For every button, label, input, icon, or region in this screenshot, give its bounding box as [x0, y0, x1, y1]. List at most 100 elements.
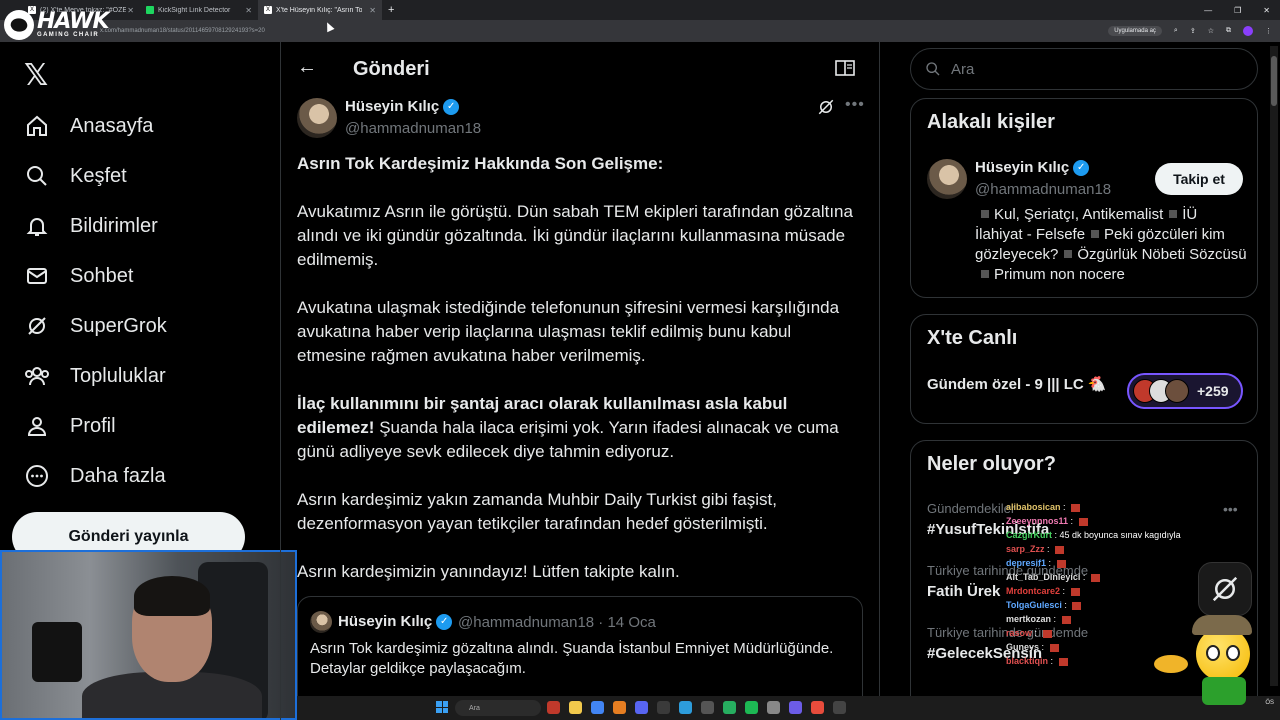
search-icon: [926, 62, 940, 76]
chat-badge-icon: [1042, 629, 1052, 638]
spotify-icon[interactable]: [745, 701, 758, 714]
grok-icon: [1212, 576, 1238, 602]
post-text-rest: Şuanda hala ilaca erişimi yok. Yarın ifa…: [297, 418, 839, 461]
chat-badge-icon: [1056, 559, 1066, 568]
live-on-x-card: X'te Canlı Gündem özel - 9 ||| LC 🐔 +259: [910, 314, 1258, 424]
logo-name: HAWK: [37, 9, 110, 34]
discord-icon[interactable]: [635, 701, 648, 714]
close-icon[interactable]: ✕: [245, 6, 252, 15]
profile-avatar[interactable]: [1243, 26, 1253, 36]
chat-username: mertkozan: [1006, 614, 1052, 624]
quoted-author-handle: @hammadnuman18 · 14 Oca: [458, 614, 656, 631]
nav-item-chat[interactable]: Sohbet: [24, 258, 133, 294]
search-icon: [24, 163, 50, 189]
app-icon[interactable]: [789, 701, 802, 714]
search-input[interactable]: Ara: [910, 48, 1258, 90]
search-placeholder: Ara: [951, 60, 975, 78]
listener-avatar: [1165, 379, 1189, 403]
coins-icon: [1154, 655, 1188, 673]
app-icon[interactable]: [767, 701, 780, 714]
grok-floating-button[interactable]: [1198, 562, 1252, 616]
chat-username: sarp_Zzz: [1006, 544, 1045, 554]
chat-username: Alt_Tab_Dinleyici: [1006, 572, 1081, 582]
author-avatar[interactable]: [297, 98, 337, 138]
close-window-icon[interactable]: ✕: [1263, 6, 1270, 15]
trend-item[interactable]: Fatih Ürek: [927, 583, 1000, 600]
microphone-icon: [32, 622, 82, 682]
app-icon[interactable]: [547, 701, 560, 714]
app-icon[interactable]: [701, 701, 714, 714]
live-event-title[interactable]: Gündem özel - 9 ||| LC 🐔: [927, 375, 1107, 393]
related-bio: Kul, Şeriatçı, Antikemalist İÜ İlahiyat -…: [975, 205, 1247, 285]
close-icon[interactable]: ✕: [127, 6, 134, 15]
more-options-icon[interactable]: •••: [845, 96, 865, 114]
back-arrow-icon[interactable]: ←: [297, 56, 317, 79]
chat-username: depresif1: [1006, 558, 1047, 568]
stream-sponsor-logo: HAWK GAMING CHAIR: [4, 9, 110, 40]
app-icon[interactable]: [657, 701, 670, 714]
verified-badge-icon: ✓: [1073, 159, 1090, 176]
nav-item-home[interactable]: Anasayfa: [24, 108, 153, 144]
maximize-icon[interactable]: ❐: [1234, 6, 1241, 15]
author-handle[interactable]: @hammadnuman18: [345, 120, 481, 137]
bio-item: Primum non nocere: [994, 266, 1125, 283]
nav-item-communities[interactable]: Topluluklar: [24, 358, 166, 394]
url-field[interactable]: x.com/hammadnuman18/status/2011465970812…: [100, 28, 265, 34]
post-paragraph: Asrın kardeşimizin yanındayız! Lütfen ta…: [297, 562, 680, 581]
close-icon[interactable]: ✕: [369, 6, 376, 15]
windows-start-icon[interactable]: [436, 701, 448, 713]
grok-explain-icon[interactable]: [817, 98, 835, 116]
address-bar-actions: Uygulamada aç ⌕ ⇪ ☆ ⧉ ⋮: [1108, 20, 1272, 42]
related-handle[interactable]: @hammadnuman18: [975, 181, 1111, 198]
zoom-icon[interactable]: ⌕: [1174, 27, 1178, 35]
nav-item-notifications[interactable]: Bildirimler: [24, 208, 158, 244]
whatsapp-icon[interactable]: [723, 701, 736, 714]
nav-item-more[interactable]: Daha fazla: [24, 458, 166, 494]
reader-mode-icon[interactable]: [835, 60, 855, 76]
chat-text: 45 dk boyunca sınav kagıdıyla: [1059, 530, 1181, 540]
home-icon: [24, 113, 50, 139]
minimize-icon[interactable]: —: [1204, 6, 1212, 15]
chat-username: Guneys: [1006, 642, 1040, 652]
nav-item-profile[interactable]: Profil: [24, 408, 116, 444]
streamer-webcam: [0, 550, 297, 720]
stream-emote-sticker: [1154, 615, 1260, 705]
tab-label: KickSight Link Detector: [158, 6, 231, 14]
taskbar-search[interactable]: Ara: [455, 700, 541, 716]
follow-button[interactable]: Takip et: [1155, 163, 1243, 195]
browser-tab-3[interactable]: X X'te Hüseyin Kılıç: "Asrın Tok Ka... ✕: [258, 0, 382, 20]
chat-username: alibabosican: [1006, 502, 1061, 512]
extensions-icon[interactable]: ⧉: [1226, 27, 1231, 35]
system-tray[interactable]: ÖS: [1265, 699, 1274, 715]
new-tab-icon[interactable]: +: [388, 4, 394, 16]
bookmark-star-icon[interactable]: ☆: [1208, 27, 1214, 35]
nav-item-supergrok[interactable]: SuperGrok: [24, 308, 167, 344]
verified-badge-icon: ✓: [443, 98, 460, 115]
file-explorer-icon[interactable]: [569, 701, 582, 714]
hawk-logo-icon: [4, 10, 34, 40]
nav-label: Bildirimler: [70, 214, 158, 237]
grok-icon: [24, 313, 50, 339]
nav-label: Profil: [70, 414, 116, 437]
app-icon[interactable]: [811, 701, 824, 714]
menu-icon[interactable]: ⋮: [1265, 27, 1272, 35]
bio-item: Kul, Şeriatçı, Antikemalist: [994, 206, 1164, 223]
page-scrollbar[interactable]: [1270, 46, 1278, 686]
trend-category: Gündemdekiler: [927, 501, 1016, 516]
app-icon[interactable]: [613, 701, 626, 714]
app-icon[interactable]: [679, 701, 692, 714]
quoted-post-text: Asrın Tok kardeşimiz gözaltına alındı. Ş…: [310, 640, 834, 677]
live-listeners-pill[interactable]: +259: [1127, 373, 1243, 409]
open-in-app-button[interactable]: Uygulamada aç: [1108, 26, 1162, 36]
nav-item-explore[interactable]: Keşfet: [24, 158, 127, 194]
related-avatar[interactable]: [927, 159, 967, 199]
nav-label: Topluluklar: [70, 364, 166, 387]
chrome-icon[interactable]: [591, 701, 604, 714]
app-icon[interactable]: [833, 701, 846, 714]
related-name[interactable]: Hüseyin Kılıç ✓: [975, 159, 1090, 176]
browser-tab-2[interactable]: KickSight Link Detector ✕: [140, 0, 258, 20]
share-icon[interactable]: ⇪: [1190, 27, 1196, 35]
x-logo-icon[interactable]: 𝕏: [24, 58, 48, 93]
author-name[interactable]: Hüseyin Kılıç ✓: [345, 98, 460, 115]
chat-message: TolgaGulesci :: [1006, 598, 1226, 612]
